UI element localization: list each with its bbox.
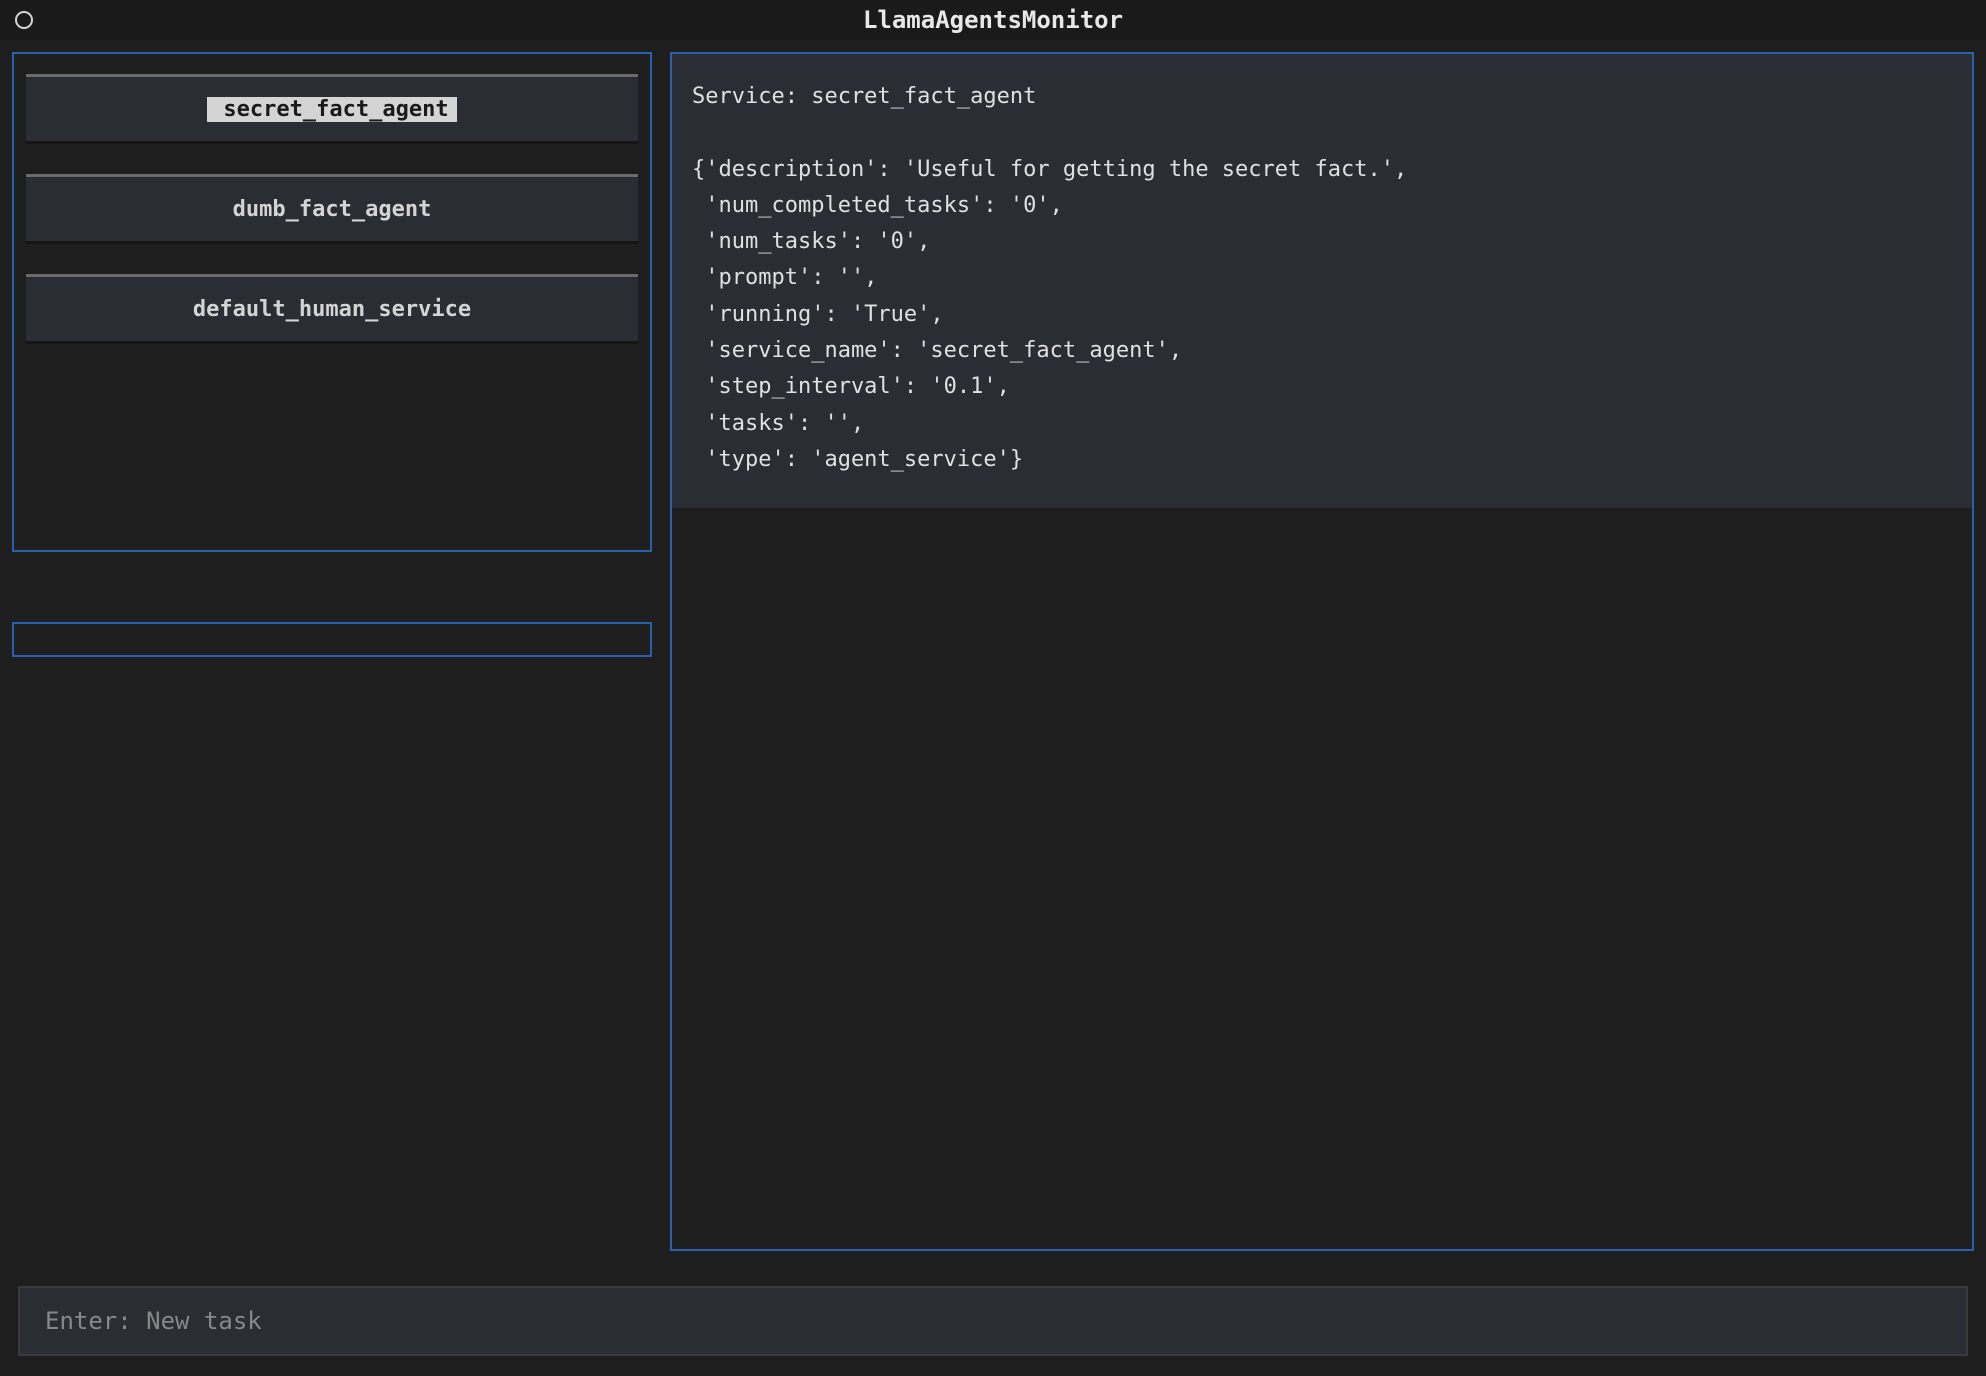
services-list: secret_fact_agent dumb_fact_agent defaul… [12, 52, 652, 552]
service-item-secret-fact-agent[interactable]: secret_fact_agent [26, 74, 638, 144]
main-content: secret_fact_agent dumb_fact_agent defaul… [0, 40, 1986, 1251]
service-detail-header: Service: secret_fact_agent [692, 84, 1036, 109]
new-task-input[interactable]: Enter: New task [18, 1286, 1968, 1356]
titlebar: LlamaAgentsMonitor [0, 0, 1986, 40]
app-title: LlamaAgentsMonitor [863, 6, 1123, 34]
input-area: Enter: New task [0, 1251, 1986, 1376]
service-item-default-human-service[interactable]: default_human_service [26, 274, 638, 344]
service-label: secret_fact_agent [207, 97, 456, 122]
service-item-dumb-fact-agent[interactable]: dumb_fact_agent [26, 174, 638, 244]
left-panel: secret_fact_agent dumb_fact_agent defaul… [12, 52, 652, 1251]
tasks-box [12, 622, 652, 657]
service-detail: Service: secret_fact_agent {'description… [672, 54, 1972, 508]
service-label: dumb_fact_agent [233, 197, 432, 222]
service-label: default_human_service [193, 297, 471, 322]
window-indicator-icon [15, 11, 33, 29]
detail-panel: Service: secret_fact_agent {'description… [670, 52, 1974, 1251]
input-placeholder: Enter: New task [45, 1307, 262, 1335]
service-detail-body: {'description': 'Useful for getting the … [692, 157, 1407, 472]
